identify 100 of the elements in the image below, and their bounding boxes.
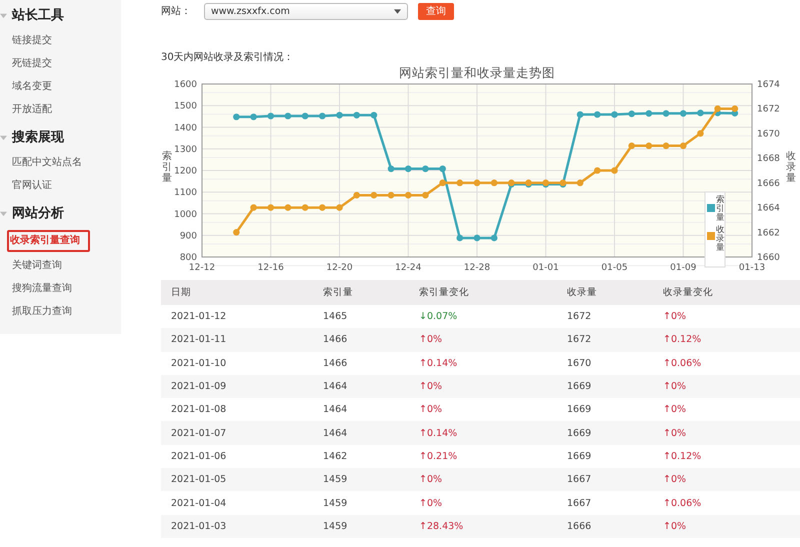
sidebar-item[interactable]: 官网认证 [10, 177, 54, 195]
point [370, 192, 378, 199]
sidebar-item[interactable]: 搜狗流量查询 [10, 280, 74, 298]
table-cell-text: ↑0% [418, 498, 444, 509]
y-axis-label: 1600 [174, 80, 197, 90]
sidebar-item[interactable]: 收录索引量查询 [7, 230, 90, 252]
table-cell-text: 1459 [322, 474, 348, 486]
table-cell-text: ↑0% [418, 474, 444, 486]
query-button[interactable]: 查询 [418, 2, 454, 20]
caret-icon[interactable] [0, 12, 7, 18]
y-axis-label: 900 [180, 231, 197, 242]
sidebar-item[interactable]: 匹配中文站点名 [10, 154, 84, 172]
point [662, 110, 670, 117]
column-header: 日期 [170, 286, 192, 299]
column-header: 索引量变化 [418, 286, 470, 299]
x-axis-label: 01-13 [738, 263, 766, 273]
point [456, 180, 464, 186]
point [388, 192, 394, 199]
point [474, 234, 480, 242]
table-cell-text: ↑0% [662, 381, 686, 392]
point [233, 114, 240, 120]
point [250, 114, 257, 120]
y-axis-title: 索引量 [162, 151, 172, 184]
point [576, 180, 584, 186]
point [732, 105, 738, 112]
table-cell-text: 2021-01-07 [170, 428, 228, 439]
point [490, 234, 498, 242]
caret-icon[interactable] [0, 210, 7, 216]
table-cell-text: 1459 [322, 520, 348, 532]
caret-icon[interactable] [0, 134, 7, 140]
point [714, 105, 721, 112]
point [662, 142, 670, 150]
point [680, 142, 687, 150]
point [250, 204, 257, 211]
table-cell-text: 1669 [566, 450, 592, 462]
sidebar-item[interactable]: 关键词查询 [10, 257, 64, 275]
table-cell-text: 1672 [566, 334, 592, 346]
point [628, 110, 635, 118]
sidebar-item[interactable]: 链接提交 [10, 32, 54, 50]
point [319, 204, 326, 211]
table-cell-text: 2021-01-04 [170, 498, 228, 509]
column-header: 收录量 [566, 286, 598, 299]
point [267, 112, 274, 120]
point [490, 180, 498, 186]
table-cell-text: 1466 [322, 334, 348, 346]
sidebar-item[interactable]: 抓取压力查询 [10, 303, 74, 321]
y-axis-label: 1300 [174, 144, 197, 155]
y-axis-label: 1000 [174, 210, 197, 220]
table-cell-text: ↑0% [662, 428, 686, 439]
table-cell-text: ↑0% [662, 404, 686, 416]
table-cell-text: ↑0.21% [418, 450, 458, 462]
sidebar-item[interactable]: 死链提交 [10, 55, 54, 73]
point [456, 234, 464, 242]
y2-axis-label: 1674 [757, 80, 780, 90]
point [284, 204, 292, 211]
y2-axis-label: 1668 [757, 154, 780, 164]
x-axis-label: 12-28 [464, 263, 490, 273]
table-cell-text: 1464 [322, 428, 348, 439]
point [422, 165, 429, 172]
point [404, 165, 412, 172]
point [594, 167, 601, 174]
dropdown-caret-icon [394, 8, 401, 14]
column-header: 索引量 [322, 286, 354, 299]
table-cell-text: 1667 [566, 498, 592, 509]
x-axis-label: 12-12 [188, 263, 216, 273]
y-axis-label: 1400 [174, 123, 197, 134]
table-cell-text: ↑0.14% [418, 428, 458, 439]
point [319, 112, 326, 120]
section-title: 30天内网站收录及索引情况： [161, 50, 295, 64]
y2-axis-title: 收录量 [786, 151, 796, 184]
point [422, 192, 429, 199]
sidebar-heading: 站长工具 [12, 7, 64, 24]
table-cell-text: ↑0.12% [662, 450, 702, 462]
point [646, 142, 652, 150]
x-axis-label: 01-01 [532, 263, 559, 273]
point [576, 111, 584, 118]
sidebar-item[interactable]: 域名变更 [10, 78, 54, 96]
table-cell-text: 1462 [322, 450, 348, 462]
sidebar-item[interactable]: 开放适配 [10, 101, 54, 119]
point [404, 192, 412, 199]
table-cell-text: 1464 [322, 404, 348, 416]
table-cell-text: 1667 [566, 474, 592, 486]
table-cell-text: ↑0% [418, 334, 444, 346]
table-cell-text: ↑0% [662, 474, 686, 486]
x-axis-label: 12-24 [395, 263, 422, 273]
x-axis-label: 01-05 [601, 263, 628, 273]
point [439, 165, 446, 172]
table-cell-text: ↑0% [418, 381, 444, 392]
table-cell-text: 1666 [566, 520, 592, 532]
x-axis-label: 01-09 [670, 263, 696, 273]
x-axis-label: 12-16 [258, 263, 284, 273]
table-cell-text: ↑0% [662, 311, 686, 322]
site-select[interactable]: www.zsxxfx.com [204, 2, 408, 20]
sidebar-heading: 网站分析 [12, 205, 64, 222]
table-cell-text: ↑0.14% [418, 358, 458, 369]
point [388, 165, 394, 172]
point [628, 142, 635, 150]
x-axis-label: 12-20 [326, 263, 353, 273]
y-axis-label: 1100 [174, 188, 197, 198]
table-cell-text: 2021-01-06 [170, 450, 228, 462]
